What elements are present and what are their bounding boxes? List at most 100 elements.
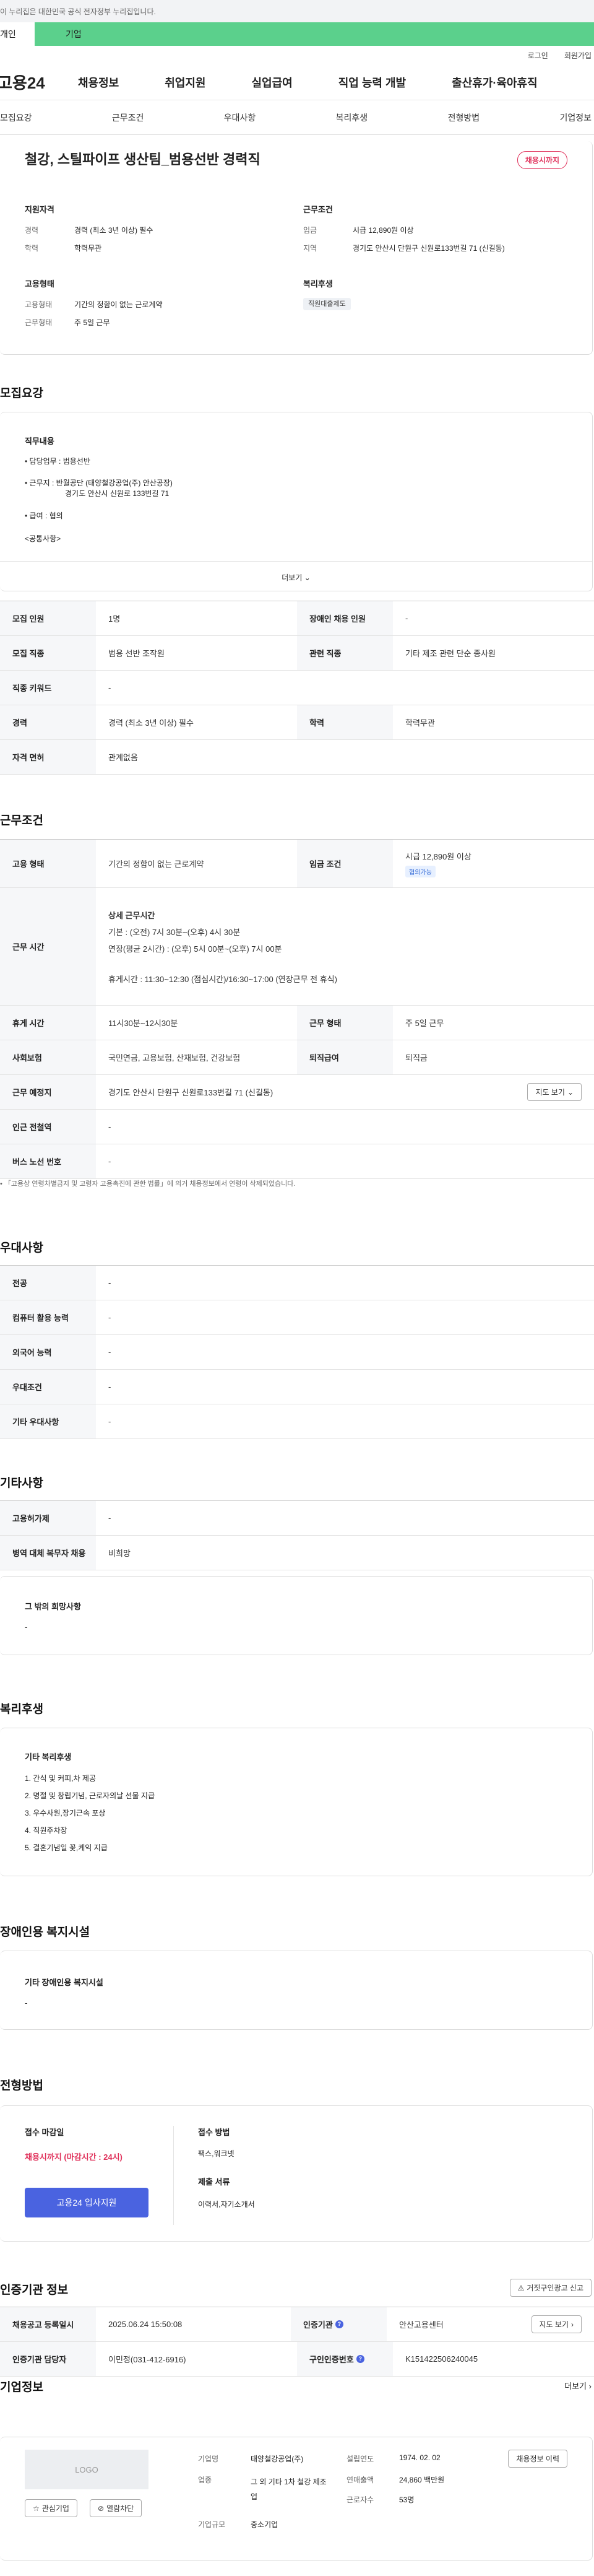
table-header: 기타 우대사항 xyxy=(0,1404,96,1438)
benefit-item: 2. 명절 및 창립기념, 근로자의날 선물 지급 xyxy=(25,1791,155,1800)
gnb-item-parental-leave[interactable]: 출산휴가·육아휴직 xyxy=(452,74,537,90)
company-title: 기업정보 xyxy=(0,2381,43,2394)
star-icon: ☆ xyxy=(33,2504,40,2513)
summary-label: 지역 xyxy=(303,244,317,253)
table-header: 사회보험 xyxy=(0,1040,96,1074)
table-header: 근무 시간 xyxy=(0,888,96,1005)
hours-line: 연장(평균 2시간) : (오후) 5시 00분~(오후) 7시 00분 xyxy=(108,944,282,954)
cert-table: 채용공고 등록일시 2025.06.24 15:50:08 인증기관? 안산고용센터 지… xyxy=(0,2307,594,2377)
table-header: 관련 직종 xyxy=(297,636,393,670)
table-cell: 범용 선반 조작원 xyxy=(108,649,165,658)
benefit-item: 4. 직원주차장 xyxy=(25,1826,67,1835)
gnb-item-unemployment-benefit[interactable]: 실업급여 xyxy=(252,74,293,90)
map-button-label: 지도 보기 xyxy=(535,1088,565,1097)
table-header: 우대조건 xyxy=(0,1370,96,1404)
company-size: 중소기업 xyxy=(251,2520,278,2529)
summary-value: 기간의 정함이 없는 근로계약 xyxy=(74,300,163,309)
table-cell: 기간의 정함이 없는 근로계약 xyxy=(108,859,204,869)
report-button-label: 거짓구인광고 신고 xyxy=(527,2284,583,2292)
service-personal-tab[interactable]: 개인 xyxy=(0,22,35,46)
age-notice: • 「고용상 연령차별금지 및 고령자 고용촉진에 관한 법률」에 의거 채용정… xyxy=(0,1180,296,1188)
gnb-item-employment-support[interactable]: 취업지원 xyxy=(165,74,205,90)
tab-conditions[interactable]: 근무조건 xyxy=(112,111,144,124)
work-heading: 근무조건 xyxy=(303,205,333,214)
table-cell: - xyxy=(108,1278,111,1287)
gnb-item-jobs[interactable]: 채용정보 xyxy=(78,74,119,90)
table-header: 학력 xyxy=(297,705,393,739)
more-button[interactable]: 더보기 ⌄ xyxy=(0,572,592,583)
interest-company-button[interactable]: ☆ 관심기업 xyxy=(25,2499,77,2517)
tab-selection[interactable]: 전형방법 xyxy=(448,111,480,124)
tab-benefits[interactable]: 복리후생 xyxy=(336,111,368,124)
chevron-right-icon: › xyxy=(588,2382,592,2391)
table-header: 모집 인원 xyxy=(0,601,96,635)
more-divider xyxy=(0,561,592,562)
company-sales: 24,860 백만원 xyxy=(399,2476,445,2484)
company-card: LOGO ☆ 관심기업 ⊘ 열람차단 기업명 태양철강공업(주) 업종 그 외 기타… xyxy=(0,2437,593,2561)
chevron-right-icon: › xyxy=(571,2320,574,2329)
table-cell: 관계없음 xyxy=(108,753,138,762)
table-cell: - xyxy=(108,1382,111,1391)
table-header: 인근 전철역 xyxy=(0,1110,96,1144)
company-more-link[interactable]: 더보기 › xyxy=(564,2380,592,2391)
apply-button[interactable]: 고용24 입사지원 xyxy=(25,2188,148,2217)
employ-block: 고용형태 고용형태 기간의 정함이 없는 근로계약 근무형태 주 5일 근무 xyxy=(25,277,272,328)
login-link[interactable]: 로그인 xyxy=(528,50,548,61)
table-cell: 2025.06.24 15:50:08 xyxy=(108,2320,183,2329)
qualification-heading: 지원자격 xyxy=(25,205,54,214)
gnb-item-skills[interactable]: 직업 능력 개발 xyxy=(338,74,406,90)
false-ad-report-button[interactable]: ⚠ 거짓구인광고 신고 xyxy=(509,2279,592,2297)
recruit-title: 모집요강 xyxy=(0,387,43,400)
etc-title: 기타사항 xyxy=(0,1477,43,1490)
gov-notice: 이 누리집은 대한민국 공식 전자정부 누리집입니다. xyxy=(0,7,156,16)
interest-label: 관심기업 xyxy=(41,2504,69,2513)
summary-value: 경기도 안산시 단원구 신원로133번길 71 (신길동) xyxy=(353,244,505,253)
table-cell: - xyxy=(108,1122,111,1131)
company-label: 기업규모 xyxy=(198,2520,226,2529)
table-cell: 주 5일 근무 xyxy=(405,1019,444,1028)
deadline-heading: 접수 마감일 xyxy=(25,2128,64,2137)
map-button[interactable]: 지도 보기 ⌄ xyxy=(527,1083,582,1101)
table-cell: - xyxy=(108,1513,111,1523)
welfare-block: 복리후생 직원대출제도 xyxy=(303,277,575,310)
summary-value: 경력 (최소 3년 이상) 필수 xyxy=(74,226,153,235)
summary-label: 임금 xyxy=(303,226,317,235)
table-header: 고용허가제 xyxy=(0,1501,96,1535)
other-wishes-value: - xyxy=(25,1622,28,1632)
job-history-button[interactable]: 채용정보 이력 xyxy=(508,2450,567,2468)
section-tabs: 모집요강 근무조건 우대사항 복리후생 전형방법 기업정보 xyxy=(0,100,594,135)
info-icon[interactable]: ? xyxy=(356,2355,364,2363)
signup-link[interactable]: 회원가입 xyxy=(564,50,592,61)
tab-recruit[interactable]: 모집요강 xyxy=(0,111,32,124)
duty-card: 직무내용 • 담당업무 : 범용선반 • 근무지 : 반월공단 (태양철강공업(… xyxy=(0,412,593,591)
block-view-button[interactable]: ⊘ 열람차단 xyxy=(90,2499,142,2517)
info-icon[interactable]: ? xyxy=(335,2320,343,2328)
other-wishes-heading: 그 밖의 희망사항 xyxy=(25,1602,81,1611)
table-header: 병역 대체 복무자 채용 xyxy=(0,1536,96,1570)
table-header: 인증기관 xyxy=(303,2320,333,2330)
tab-preference[interactable]: 우대사항 xyxy=(224,111,256,124)
cert-map-button[interactable]: 지도 보기 › xyxy=(531,2315,582,2333)
table-header: 외국어 능력 xyxy=(0,1335,96,1369)
company-label: 업종 xyxy=(198,2476,212,2484)
company-logo: LOGO xyxy=(25,2450,148,2489)
company-name: 태양철강공업(주) xyxy=(251,2455,304,2463)
site-logo[interactable]: 고용24 xyxy=(0,71,78,94)
benefit-item: 1. 간식 및 커피,차 제공 xyxy=(25,1774,96,1783)
gov-notice-bar: 이 누리집은 대한민국 공식 전자정부 누리집입니다. xyxy=(0,0,594,22)
more-label: 더보기 xyxy=(282,573,303,582)
duty-line: • 급여 : 협의 xyxy=(25,511,63,520)
duty-line: • 근무지 : 반월공단 (태양철강공업(주) 안산공장) xyxy=(25,479,173,487)
tab-company[interactable]: 기업정보 xyxy=(559,111,592,124)
duty-line: <공통사항> xyxy=(25,534,61,543)
job-title: 철강, 스틸파이프 생산팀_범용선반 경력직 xyxy=(25,152,260,167)
table-cell: - xyxy=(108,683,111,692)
welfare-heading: 복리후생 xyxy=(303,279,333,289)
summary-value: 학력무관 xyxy=(74,244,102,253)
company-more-label: 더보기 xyxy=(564,2382,587,2391)
service-company-tab[interactable]: 기업 xyxy=(35,22,594,46)
qualification-block: 지원자격 경력 경력 (최소 3년 이상) 필수 학력 학력무관 xyxy=(25,203,272,253)
table-cell: - xyxy=(108,1417,111,1426)
table-header: 근무 예정지 xyxy=(0,1075,96,1109)
negotiable-tag: 협의가능 xyxy=(405,865,436,877)
